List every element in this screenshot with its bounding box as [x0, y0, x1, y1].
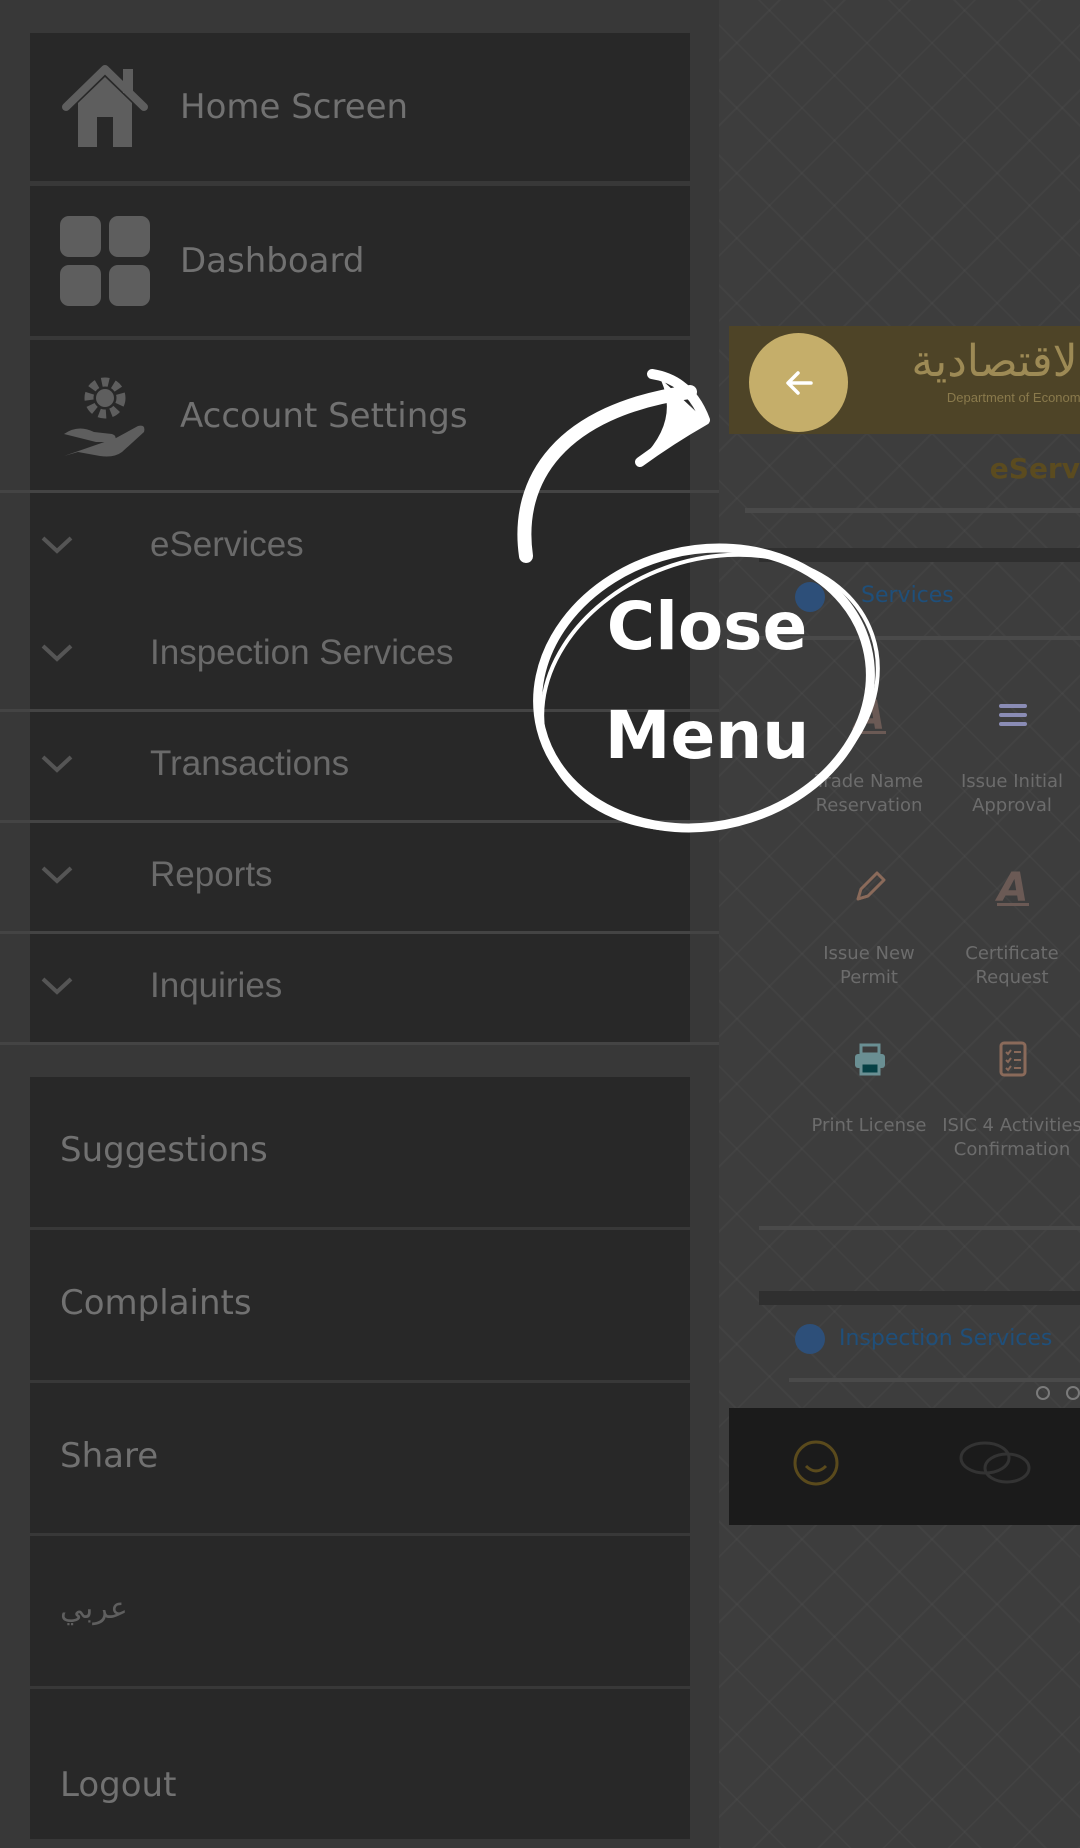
menu-row-bg	[30, 712, 690, 820]
divider	[759, 1226, 1080, 1230]
divider	[745, 508, 1080, 513]
page-indicator-dot[interactable]	[1036, 1386, 1050, 1400]
menu-row-bg	[30, 934, 690, 1042]
svg-text:A: A	[994, 865, 1028, 909]
logo-arabic-text: الاقتصادية	[911, 336, 1080, 387]
menu-row-bg	[30, 493, 690, 601]
menu-expand-reports[interactable]: Reports	[0, 823, 719, 934]
app-header: الاقتصادية Department of Economic	[729, 326, 1080, 434]
menu-item-dashboard[interactable]: Dashboard	[30, 186, 690, 336]
checklist-icon	[999, 1041, 1026, 1076]
background-app: الاقتصادية Department of Economic eServ …	[719, 0, 1080, 1848]
tile-label: Certificate Request	[965, 943, 1059, 988]
grid-icon	[60, 216, 150, 306]
tile-label: Issue Initial Approval	[960, 771, 1064, 816]
menu-expand-eservices[interactable]: eServices	[0, 490, 719, 604]
menu-expand-label: Transactions	[150, 744, 350, 783]
menu-item-account-settings[interactable]: Account Settings	[30, 340, 690, 490]
bottom-nav-bar	[729, 1408, 1080, 1525]
menu-item-home-screen[interactable]: Home Screen	[30, 33, 690, 181]
menu-item-label: Home Screen	[180, 87, 409, 127]
menu-item-suggestions[interactable]: Suggestions	[30, 1077, 690, 1227]
menu-expand-label: Inspection Services	[150, 633, 454, 672]
home-icon	[62, 65, 148, 147]
menu-item-arabic-language[interactable]: عربي	[30, 1536, 690, 1686]
tile-label: ISIC 4 Activities Confirmation	[942, 1115, 1080, 1160]
navigation-drawer: Home Screen Dashboard Account Settings e…	[0, 0, 719, 1848]
chevron-down-icon	[41, 644, 73, 662]
menu-item-label: Logout	[60, 1765, 177, 1805]
tile-trade-name-reservation[interactable]: A	[821, 666, 918, 763]
tile-label: Print License	[811, 1115, 927, 1136]
chevron-down-icon	[41, 755, 73, 773]
menu-item-label: Dashboard	[180, 241, 365, 281]
menu-item-share[interactable]: Share	[30, 1383, 690, 1533]
page-heading: eServ	[989, 452, 1080, 485]
pencil-icon	[856, 871, 885, 900]
menu-item-complaints[interactable]: Complaints	[30, 1230, 690, 1380]
logo-english-text: Department of Economic	[946, 390, 1080, 405]
divider	[789, 1378, 1080, 1382]
chevron-down-icon	[41, 977, 73, 995]
section-title-inspection[interactable]: Inspection Services	[839, 1326, 1052, 1351]
tile-certificate-request[interactable]: A	[964, 838, 1061, 935]
menu-expand-label: eServices	[150, 525, 304, 564]
page-indicator-dot[interactable]	[1066, 1386, 1080, 1400]
gear-hand-icon	[64, 377, 145, 457]
chat-bubbles-icon[interactable]	[957, 1438, 1033, 1488]
lines-icon	[998, 703, 1027, 726]
menu-expand-label: Inquiries	[150, 966, 283, 1005]
menu-item-label: Suggestions	[60, 1130, 268, 1170]
letter-a-icon: A	[851, 693, 886, 737]
menu-item-label: Account Settings	[180, 396, 468, 436]
menu-item-label: Share	[60, 1436, 159, 1476]
section-bar	[759, 1291, 1080, 1305]
menu-item-label: Complaints	[60, 1283, 252, 1323]
annotation-close-text: Close	[606, 588, 808, 665]
chevron-down-icon	[41, 536, 73, 554]
printer-icon	[854, 1043, 885, 1075]
menu-expand-label: Reports	[150, 855, 273, 894]
tile-isic4-activities-confirmation[interactable]	[964, 1010, 1061, 1107]
department-logo: الاقتصادية Department of Economic	[911, 334, 1080, 405]
chevron-down-icon	[41, 866, 73, 884]
tile-issue-initial-approval[interactable]	[964, 666, 1061, 763]
menu-item-label: عربي	[60, 1591, 128, 1626]
section-bar	[759, 548, 1080, 562]
smiley-icon[interactable]	[791, 1438, 841, 1488]
menu-expand-inquiries[interactable]: Inquiries	[0, 934, 719, 1045]
menu-row-bg	[30, 823, 690, 931]
tile-issue-new-permit[interactable]	[821, 838, 918, 935]
svg-text:A: A	[851, 693, 885, 737]
menu-item-logout[interactable]: Logout	[30, 1689, 690, 1839]
close-menu-button[interactable]	[749, 333, 848, 432]
globe-icon	[795, 1324, 825, 1354]
tile-label: Trade Name Reservation	[814, 771, 924, 816]
annotation-menu-text: Menu	[604, 697, 810, 774]
divider	[0, 1042, 719, 1045]
tile-label: Issue New Permit	[823, 943, 915, 988]
arrow-left-icon	[785, 370, 813, 395]
tile-print-license[interactable]	[821, 1010, 918, 1107]
letter-a-icon: A	[994, 865, 1029, 909]
section-title-eservices[interactable]: Services	[861, 583, 954, 608]
